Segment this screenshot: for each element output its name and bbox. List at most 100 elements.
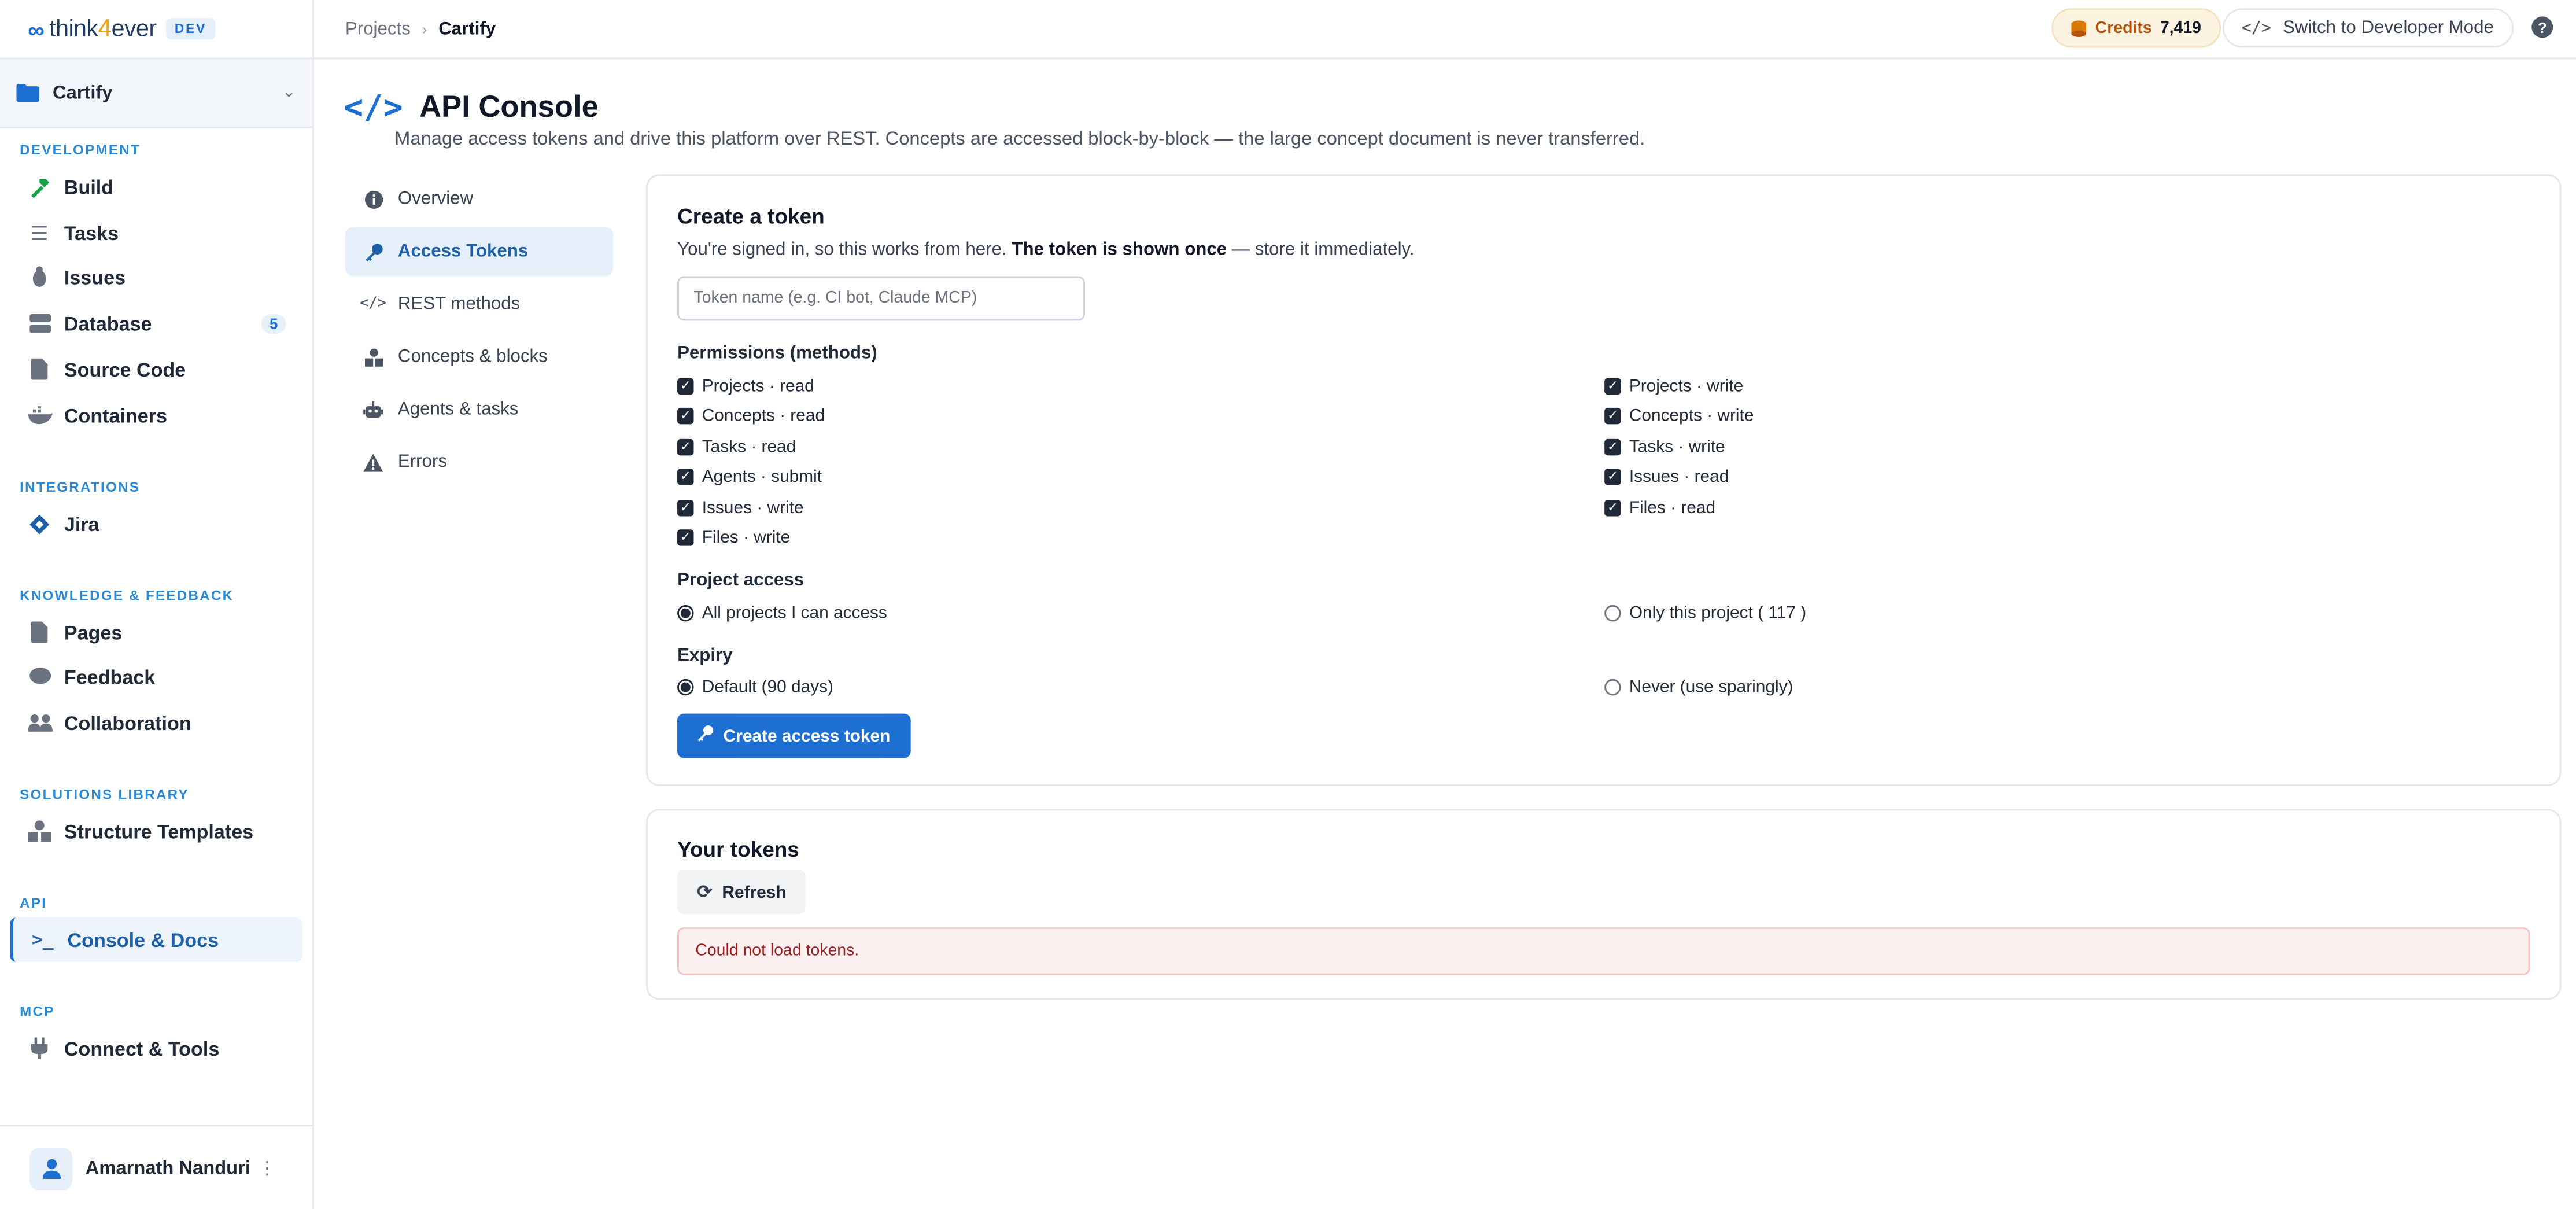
expiry-default-radio[interactable]: Default (90 days) (677, 677, 833, 697)
tab-label: Agents & tasks (397, 399, 519, 419)
sidebar-item-database[interactable]: Database 5 (10, 301, 302, 345)
list-check-icon: ☰ (30, 221, 49, 245)
create-token-card: Create a token You're signed in, so this… (646, 174, 2562, 786)
sidebar-item-console-docs[interactable]: >_ Console & Docs (10, 917, 303, 962)
info-icon (363, 189, 383, 209)
sidebar-item-label: Structure Templates (64, 819, 254, 843)
permission-issues-read[interactable]: ✓ Issues · read (1604, 467, 1729, 486)
checkbox-checked-icon[interactable]: ✓ (1604, 500, 1621, 517)
credits-badge[interactable]: Credits 7,419 (2050, 8, 2221, 48)
tokens-error-alert: Could not load tokens. (677, 927, 2530, 975)
sidebar-item-label: Feedback (64, 665, 156, 688)
checkbox-checked-icon[interactable]: ✓ (677, 407, 694, 425)
sidebar-item-label: Connect & Tools (64, 1037, 220, 1060)
tab-errors[interactable]: Errors (345, 437, 613, 486)
project-switcher[interactable]: Cartify ⌄ (0, 59, 313, 128)
terminal-icon: >_ (32, 928, 54, 950)
radio-selected-icon[interactable] (677, 679, 694, 696)
project-access-only-radio[interactable]: Only this project ( 117 ) (1604, 603, 1806, 623)
sidebar-item-connect-tools[interactable]: Connect & Tools (10, 1026, 302, 1071)
sidebar-item-structure-templates[interactable]: Structure Templates (10, 809, 302, 853)
chevron-right-icon: › (422, 20, 427, 37)
database-count-badge: 5 (261, 313, 286, 333)
tab-agents-tasks[interactable]: Agents & tasks (345, 385, 613, 434)
permission-files-read[interactable]: ✓ Files · read (1604, 498, 1715, 518)
sidebar-item-feedback[interactable]: Feedback (10, 654, 302, 699)
brand-logo[interactable]: ∞ think4ever DEV (0, 0, 313, 60)
create-access-token-button[interactable]: Create access token (677, 713, 910, 758)
sidebar-item-tasks[interactable]: ☰ Tasks (10, 211, 302, 255)
sidebar: ∞ think4ever DEV Cartify ⌄ DEVELOPMENT B… (0, 0, 314, 1209)
page-icon (26, 619, 52, 645)
breadcrumb-current: Cartify (438, 19, 496, 39)
radio-selected-icon[interactable] (677, 605, 694, 622)
tab-concepts-blocks[interactable]: Concepts & blocks (345, 332, 613, 381)
your-tokens-card: Your tokens ⟳ Refresh Could not load tok… (646, 809, 2562, 1000)
checkbox-checked-icon[interactable]: ✓ (677, 529, 694, 546)
tab-rest-methods[interactable]: </> REST methods (345, 279, 613, 329)
sidebar-item-source-code[interactable]: Source Code (10, 347, 302, 392)
checkbox-checked-icon[interactable]: ✓ (1604, 378, 1621, 395)
checkbox-checked-icon[interactable]: ✓ (677, 500, 694, 517)
checkbox-checked-icon[interactable]: ✓ (1604, 469, 1621, 485)
expiry-never-radio[interactable]: Never (use sparingly) (1604, 677, 1793, 697)
checkbox-checked-icon[interactable]: ✓ (677, 469, 694, 485)
sidebar-item-pages[interactable]: Pages (10, 610, 302, 655)
tab-label: Access Tokens (397, 241, 529, 261)
radio-empty-icon[interactable] (1604, 605, 1621, 622)
tab-label: Errors (397, 452, 447, 472)
user-profile[interactable]: Amarnath Nanduri ⋮ (0, 1125, 313, 1209)
checkbox-checked-icon[interactable]: ✓ (677, 378, 694, 395)
sidebar-item-build[interactable]: Build (10, 164, 302, 209)
breadcrumb-projects[interactable]: Projects (345, 19, 411, 39)
sidebar-item-issues[interactable]: Issues (10, 255, 302, 300)
coins-icon (2071, 20, 2086, 36)
switch-developer-mode-button[interactable]: </> Switch to Developer Mode (2221, 8, 2514, 48)
section-label-mcp: MCP (20, 1002, 55, 1020)
sidebar-item-label: Tasks (64, 221, 119, 245)
sidebar-item-collaboration[interactable]: Collaboration (10, 701, 302, 745)
permission-tasks-read[interactable]: ✓ Tasks · read (677, 437, 796, 457)
comment-icon (26, 664, 52, 690)
tab-overview[interactable]: Overview (345, 174, 613, 223)
permissions-label: Permissions (methods) (677, 344, 877, 364)
hammer-icon (26, 174, 52, 200)
more-vertical-icon[interactable]: ⋮ (258, 1158, 276, 1179)
permission-concepts-write[interactable]: ✓ Concepts · write (1604, 406, 1754, 426)
create-button-label: Create access token (723, 725, 891, 746)
refresh-icon: ⟳ (697, 883, 713, 903)
code-icon: </> (360, 296, 387, 313)
folder-icon (16, 83, 40, 102)
permission-projects-read[interactable]: ✓ Projects · read (677, 377, 814, 396)
sidebar-item-jira[interactable]: Jira (10, 502, 302, 546)
project-id: 117 (1768, 603, 1796, 624)
app-root: ∞ think4ever DEV Cartify ⌄ DEVELOPMENT B… (0, 0, 2576, 1209)
help-icon[interactable]: ? (2531, 16, 2553, 38)
users-icon (26, 709, 52, 735)
permission-tasks-write[interactable]: ✓ Tasks · write (1604, 437, 1725, 457)
key-icon (363, 242, 383, 261)
radio-empty-icon[interactable] (1604, 679, 1621, 696)
code-icon: </> (2241, 19, 2272, 37)
permission-files-write[interactable]: ✓ Files · write (677, 528, 790, 548)
permission-concepts-read[interactable]: ✓ Concepts · read (677, 406, 825, 426)
token-name-input[interactable] (677, 276, 1085, 321)
tab-access-tokens[interactable]: Access Tokens (345, 227, 614, 277)
logo-text: think4ever (49, 14, 157, 43)
permission-issues-write[interactable]: ✓ Issues · write (677, 498, 804, 518)
section-label-development: DEVELOPMENT (20, 141, 141, 158)
sidebar-item-label: Jira (64, 512, 99, 536)
credits-label: Credits (2095, 19, 2152, 37)
dev-mode-label: Switch to Developer Mode (2282, 18, 2494, 38)
project-access-all-radio[interactable]: All projects I can access (677, 603, 887, 623)
chevron-down-icon: ⌄ (282, 83, 296, 102)
refresh-button[interactable]: ⟳ Refresh (677, 869, 806, 915)
sidebar-item-containers[interactable]: Containers (10, 393, 302, 437)
checkbox-checked-icon[interactable]: ✓ (677, 438, 694, 456)
permission-agents-submit[interactable]: ✓ Agents · submit (677, 467, 822, 486)
permission-projects-write[interactable]: ✓ Projects · write (1604, 377, 1743, 396)
checkbox-checked-icon[interactable]: ✓ (1604, 407, 1621, 425)
breadcrumb: Projects › Cartify (345, 19, 496, 39)
checkbox-checked-icon[interactable]: ✓ (1604, 438, 1621, 456)
env-badge: DEV (166, 18, 215, 40)
